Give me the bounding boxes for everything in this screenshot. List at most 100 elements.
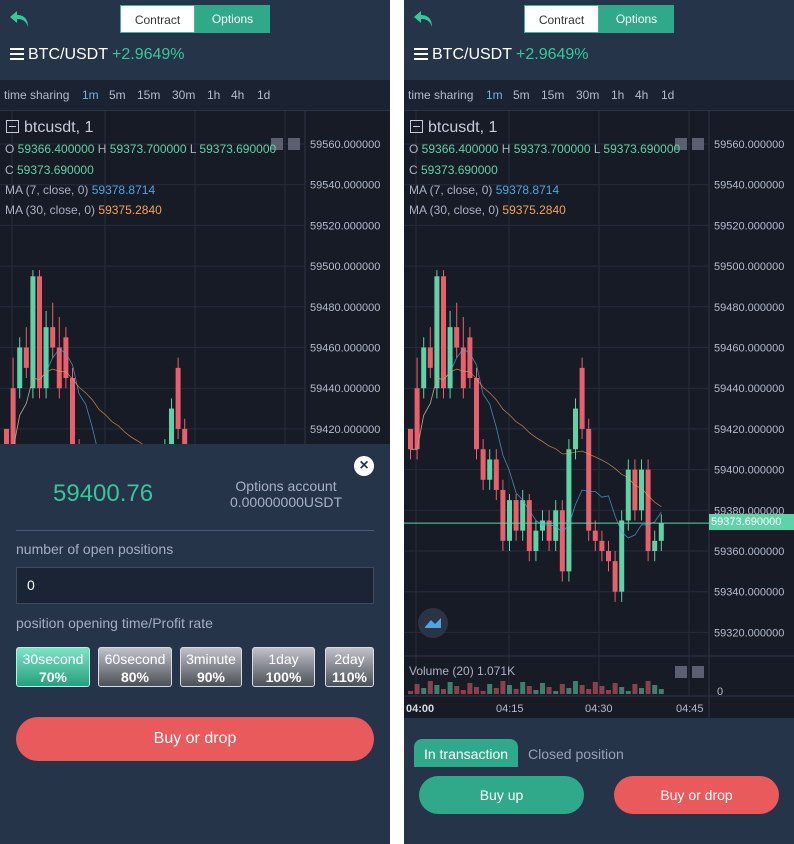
ma30-row: MA (30, close, 0) 59375.2840	[409, 203, 566, 217]
tf-15m[interactable]: 15m	[541, 88, 564, 102]
menu-icon[interactable]	[10, 47, 24, 60]
menu-icon[interactable]	[414, 47, 428, 60]
price-label: 59400.000000	[714, 465, 784, 477]
ma7-row: MA (7, close, 0) 59378.8714	[409, 183, 560, 197]
volume-bar	[606, 690, 611, 694]
tab-contract[interactable]: Contract	[120, 5, 195, 33]
tradingview-logo-icon[interactable]	[418, 608, 448, 638]
candle	[559, 510, 565, 572]
volume-bar	[441, 689, 446, 694]
option-2day[interactable]: 2day 110%	[325, 647, 374, 687]
candle	[30, 276, 36, 389]
order-actions: In transaction Closed position Buy up Bu…	[404, 718, 794, 844]
tf-1m[interactable]: 1m	[82, 88, 99, 102]
candle	[454, 327, 460, 348]
left-options-screen: Contract Options BTC/USDT +2.9649% time s…	[0, 0, 390, 844]
settings-icon[interactable]	[692, 666, 704, 678]
price-label: 59540.000000	[310, 180, 380, 192]
tf-4h[interactable]: 4h	[635, 88, 648, 102]
volume-bar	[513, 689, 519, 694]
candle	[592, 530, 598, 541]
price-label: 59460.000000	[714, 343, 784, 355]
tab-closed-position[interactable]: Closed position	[528, 746, 624, 762]
volume-label: Volume (20) 1.071K	[409, 664, 516, 678]
positions-input[interactable]: 0	[16, 567, 374, 604]
tf-1d[interactable]: 1d	[661, 88, 674, 102]
current-price: 59400.76	[53, 480, 154, 507]
chart-canvas[interactable]: 59560.000000 59540.000000 59520.000000 5950…	[0, 111, 390, 444]
settings-icon[interactable]	[675, 666, 687, 678]
candle	[70, 378, 75, 444]
tf-1d[interactable]: 1d	[257, 88, 270, 102]
pair-change: +2.9649%	[112, 46, 185, 63]
candle	[37, 276, 42, 389]
price-label: 59540.000000	[714, 180, 784, 192]
volume-bar	[493, 688, 499, 694]
collapse-icon[interactable]	[410, 120, 423, 133]
tf-4h[interactable]: 4h	[231, 88, 244, 102]
positions-label: number of open positions	[16, 541, 174, 557]
pair-title[interactable]: BTC/USDT +2.9649%	[10, 46, 185, 64]
tf-5m[interactable]: 5m	[109, 88, 126, 102]
price-label: 59500.000000	[310, 261, 380, 273]
volume-bar	[526, 686, 532, 694]
current-price-tag: 59373.690000	[709, 514, 794, 530]
candle	[652, 540, 658, 551]
tab-contract[interactable]: Contract	[524, 5, 599, 33]
price-label: 59320.000000	[714, 627, 784, 639]
candlestick-chart[interactable]: 59560.000000 59540.000000 59520.000000 5950…	[0, 111, 390, 444]
buy-or-drop-button[interactable]: Buy or drop	[16, 717, 374, 761]
time-profit-label: position opening time/Profit rate	[16, 615, 213, 631]
tf-time-sharing[interactable]: time sharing	[4, 88, 69, 102]
symbol-label: btcusdt, 1	[428, 119, 498, 136]
volume-bar	[421, 688, 427, 694]
pair-title[interactable]: BTC/USDT +2.9649%	[414, 46, 589, 64]
tf-1h[interactable]: 1h	[207, 88, 220, 102]
candlestick-chart[interactable]: 59560.000000 59540.000000 59520.000000 5950…	[404, 111, 794, 718]
close-row: C 59373.690000	[5, 163, 94, 177]
tab-in-transaction[interactable]: In transaction	[414, 739, 518, 767]
buy-or-drop-button[interactable]: Buy or drop	[614, 776, 779, 814]
volume-bar	[454, 686, 460, 694]
volume-bar	[559, 684, 565, 694]
tab-options[interactable]: Options	[599, 5, 674, 33]
tf-15m[interactable]: 15m	[137, 88, 160, 102]
volume-bar	[658, 689, 664, 694]
candle	[540, 520, 545, 531]
tf-1h[interactable]: 1h	[611, 88, 624, 102]
buy-up-button[interactable]: Buy up	[419, 776, 584, 814]
collapse-icon[interactable]	[6, 120, 19, 133]
close-icon[interactable]: ×	[354, 456, 374, 476]
price-label: 59460.000000	[310, 343, 380, 355]
volume-bar	[460, 690, 466, 694]
volume-bar	[540, 683, 545, 694]
time-label: 04:45	[676, 703, 704, 715]
tf-30m[interactable]: 30m	[172, 88, 195, 102]
order-sheet: × 59400.76 Options account 0.00000000USDT…	[0, 444, 390, 844]
volume-bar	[652, 685, 658, 694]
candle	[56, 347, 62, 389]
settings-icon[interactable]	[288, 138, 300, 150]
volume-axis-zero: 0	[717, 686, 724, 698]
back-arrow-icon[interactable]	[412, 8, 436, 30]
option-3minute[interactable]: 3minute 90%	[180, 647, 242, 687]
volume-bar	[553, 691, 559, 694]
price-label: 59360.000000	[714, 546, 784, 558]
option-1day[interactable]: 1day 100%	[252, 647, 315, 687]
candle	[460, 347, 466, 389]
option-30second[interactable]: 30second 70%	[16, 647, 90, 687]
price-label: 59340.000000	[714, 587, 784, 599]
tf-time-sharing[interactable]: time sharing	[408, 88, 473, 102]
settings-icon[interactable]	[692, 138, 704, 150]
volume-bar	[632, 684, 638, 694]
candle	[474, 378, 479, 450]
tab-options[interactable]: Options	[195, 5, 270, 33]
back-arrow-icon[interactable]	[8, 8, 32, 30]
volume-bar	[520, 682, 526, 694]
volume-bar	[447, 682, 453, 694]
tf-5m[interactable]: 5m	[513, 88, 530, 102]
price-label: 59560.000000	[310, 139, 380, 151]
tf-30m[interactable]: 30m	[576, 88, 599, 102]
option-60second[interactable]: 60second 80%	[98, 647, 172, 687]
tf-1m[interactable]: 1m	[486, 88, 503, 102]
